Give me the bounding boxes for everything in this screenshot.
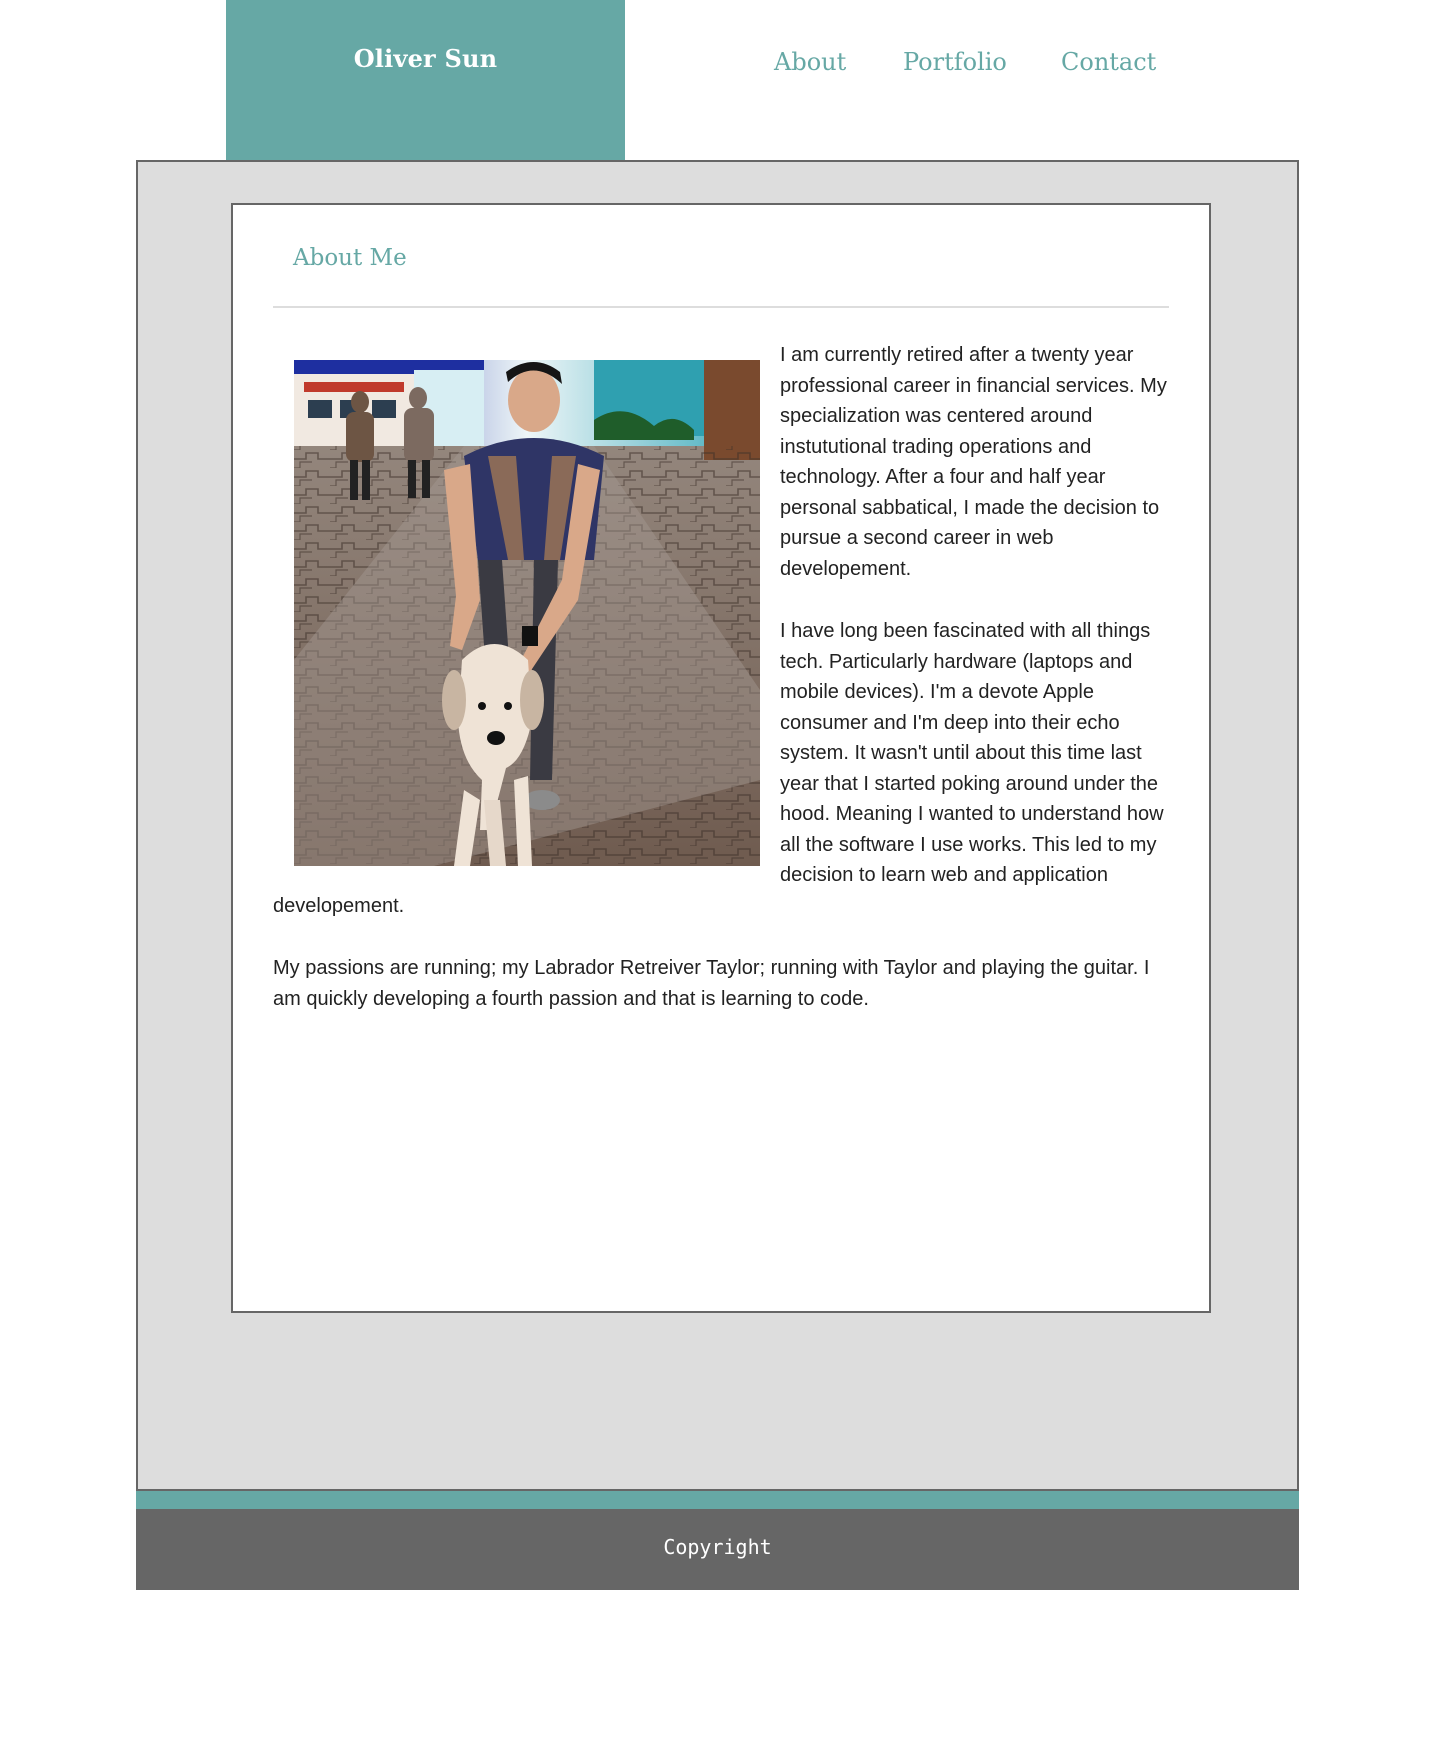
title-divider [273, 306, 1169, 308]
nav-link-contact[interactable]: Contact [1061, 48, 1156, 76]
nav-link-about[interactable]: About [774, 48, 846, 76]
footer-copyright: Copyright [663, 1535, 772, 1559]
footer: Copyright [136, 1509, 1299, 1590]
main-panel: About Me I am currently retired after a … [136, 160, 1299, 1491]
about-title: About Me [293, 245, 407, 271]
page: Oliver Sun About Portfolio Contact About… [0, 0, 1444, 1764]
brand-block: Oliver Sun [226, 0, 625, 160]
brand-name[interactable]: Oliver Sun [226, 44, 625, 73]
about-content: I am currently retired after a twenty ye… [273, 340, 1169, 1046]
profile-photo [294, 360, 760, 866]
nav-link-portfolio[interactable]: Portfolio [903, 48, 1007, 76]
footer-accent-stripe [136, 1491, 1299, 1509]
profile-photo-image [294, 360, 760, 866]
about-paragraph-3: My passions are running; my Labrador Ret… [273, 957, 1150, 1010]
about-card: About Me I am currently retired after a … [231, 203, 1211, 1313]
